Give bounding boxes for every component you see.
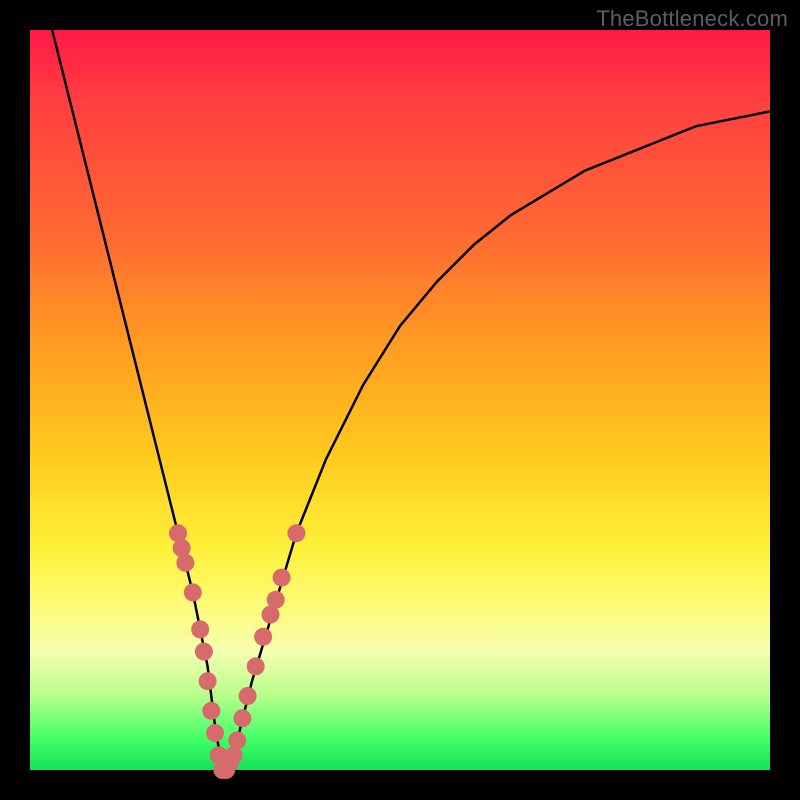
data-marker — [202, 702, 220, 720]
data-marker — [206, 724, 224, 742]
data-marker — [233, 709, 251, 727]
data-marker — [254, 628, 272, 646]
data-marker — [267, 591, 285, 609]
data-marker — [273, 569, 291, 587]
data-marker — [176, 554, 194, 572]
data-marker — [199, 672, 217, 690]
plot-area — [30, 30, 770, 770]
data-marker — [239, 687, 257, 705]
data-marker — [228, 731, 246, 749]
watermark-text: TheBottleneck.com — [596, 6, 788, 32]
bottleneck-curve — [52, 30, 770, 770]
curve-layer — [30, 30, 770, 770]
data-marker — [184, 583, 202, 601]
data-marker — [191, 620, 209, 638]
data-marker — [247, 657, 265, 675]
data-marker — [287, 524, 305, 542]
chart-frame: TheBottleneck.com — [0, 0, 800, 800]
data-marker — [195, 643, 213, 661]
